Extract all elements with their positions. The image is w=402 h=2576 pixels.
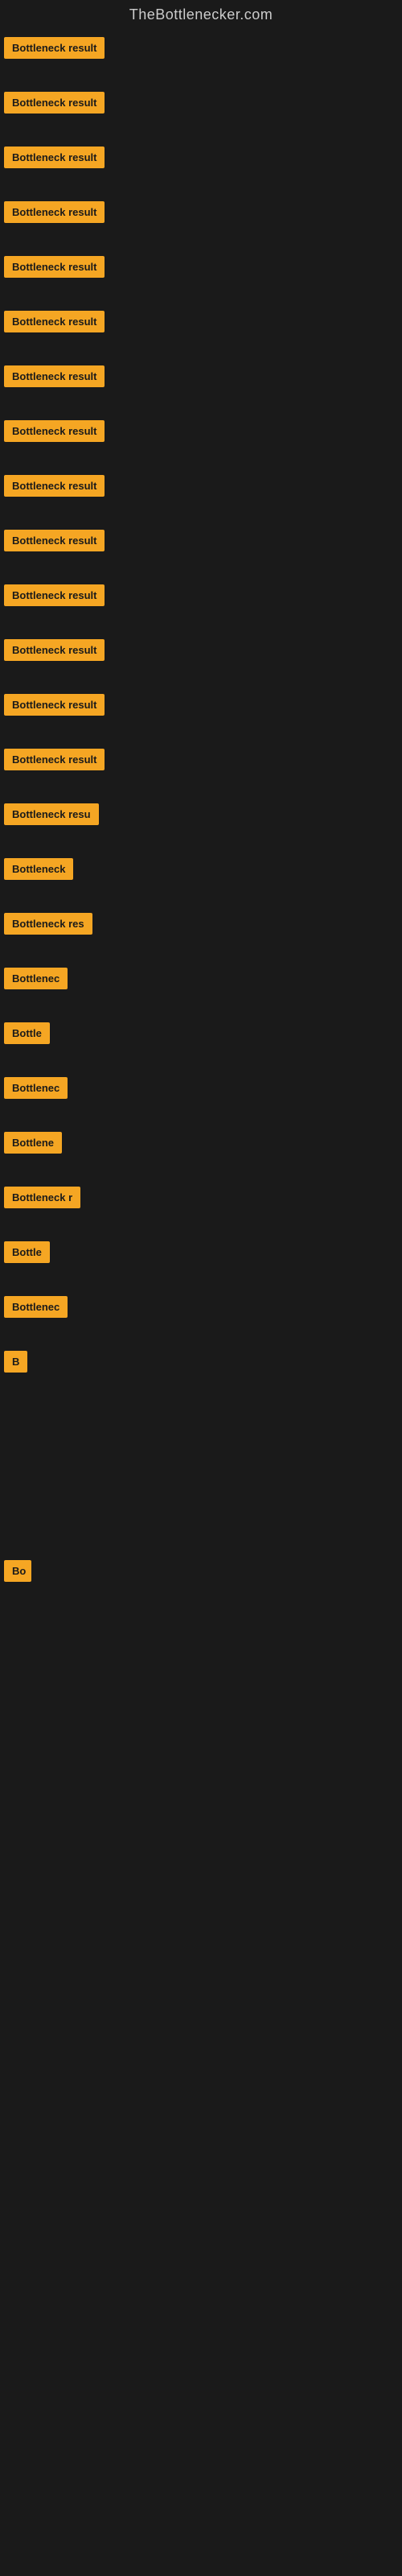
bottleneck-badge[interactable]: Bottleneck resu	[4, 803, 99, 825]
list-item: Bottle	[4, 1241, 402, 1282]
list-item: Bottleneck result	[4, 201, 402, 242]
list-item: Bottleneck result	[4, 694, 402, 734]
list-item: Bottlene	[4, 1132, 402, 1172]
list-item: Bottleneck result	[4, 749, 402, 789]
bottleneck-badge[interactable]: Bottleneck	[4, 858, 73, 880]
list-item: Bottleneck result	[4, 420, 402, 460]
list-item: Bottleneck result	[4, 530, 402, 570]
list-item: Bottleneck result	[4, 147, 402, 187]
list-item: Bottleneck res	[4, 913, 402, 953]
list-item: B	[4, 1351, 402, 1391]
list-item: Bottleneck	[4, 858, 402, 898]
bottleneck-badge[interactable]: Bottlene	[4, 1132, 62, 1154]
list-item: Bo	[4, 1560, 402, 1600]
bottleneck-badge[interactable]: Bottleneck r	[4, 1187, 80, 1208]
bottleneck-badge[interactable]: Bottleneck result	[4, 92, 105, 114]
bottleneck-badge[interactable]: Bottleneck result	[4, 475, 105, 497]
list-item	[4, 1731, 402, 1755]
bottleneck-badge[interactable]: Bottleneck result	[4, 639, 105, 661]
list-item: Bottleneck result	[4, 365, 402, 406]
list-item: Bottleneck result	[4, 475, 402, 515]
bottleneck-badge[interactable]: Bottlenec	[4, 968, 68, 989]
list-item	[4, 1692, 402, 1716]
list-item	[4, 1521, 402, 1546]
bottleneck-badge[interactable]: Bottlenec	[4, 1077, 68, 1099]
bottleneck-badge[interactable]: Bottlenec	[4, 1296, 68, 1318]
bottleneck-badge[interactable]: Bottleneck result	[4, 147, 105, 168]
site-title: TheBottlenecker.com	[0, 0, 402, 33]
bottleneck-badge[interactable]: Bottleneck result	[4, 201, 105, 223]
list-item: Bottle	[4, 1022, 402, 1063]
bottleneck-badge[interactable]: Bottle	[4, 1022, 50, 1044]
bottleneck-badge[interactable]: Bottleneck result	[4, 256, 105, 278]
list-item: Bottleneck resu	[4, 803, 402, 844]
list-item: Bottleneck result	[4, 639, 402, 679]
list-item	[4, 1406, 402, 1430]
bottleneck-badge[interactable]: Bottleneck result	[4, 311, 105, 332]
list-item: Bottlenec	[4, 1296, 402, 1336]
list-item: Bottleneck result	[4, 256, 402, 296]
list-item: Bottlenec	[4, 968, 402, 1008]
items-container: Bottleneck result Bottleneck result Bottle…	[0, 33, 402, 1794]
bottleneck-badge[interactable]: Bottle	[4, 1241, 50, 1263]
list-item: Bottleneck result	[4, 37, 402, 77]
list-item	[4, 1653, 402, 1678]
bottleneck-badge[interactable]: Bottleneck result	[4, 694, 105, 716]
list-item	[4, 1615, 402, 1639]
bottleneck-badge[interactable]: Bo	[4, 1560, 31, 1582]
bottleneck-badge[interactable]: Bottleneck result	[4, 420, 105, 442]
bottleneck-badge[interactable]: Bottleneck result	[4, 584, 105, 606]
bottleneck-badge[interactable]: Bottleneck result	[4, 37, 105, 59]
bottleneck-badge[interactable]: Bottleneck result	[4, 749, 105, 770]
list-item	[4, 1769, 402, 1794]
bottleneck-badge[interactable]: Bottleneck res	[4, 913, 92, 935]
bottleneck-badge[interactable]: Bottleneck result	[4, 365, 105, 387]
bottleneck-badge[interactable]: Bottleneck result	[4, 530, 105, 551]
list-item: Bottleneck r	[4, 1187, 402, 1227]
list-item	[4, 1483, 402, 1507]
bottleneck-badge[interactable]: B	[4, 1351, 27, 1373]
list-item: Bottleneck result	[4, 584, 402, 625]
list-item: Bottleneck result	[4, 92, 402, 132]
list-item	[4, 1444, 402, 1468]
list-item: Bottleneck result	[4, 311, 402, 351]
list-item: Bottlenec	[4, 1077, 402, 1117]
